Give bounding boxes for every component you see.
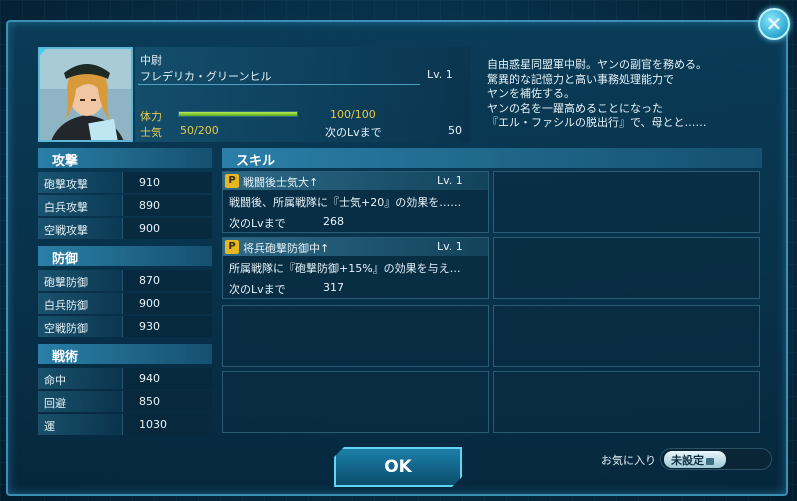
skill-slot-empty [493,171,760,233]
favorite-state: 未設定 [671,454,704,467]
skill-slot-empty [493,305,760,367]
skill-next-label: 次のLvまで [229,283,286,296]
stat-name: 白兵防御 [38,293,122,314]
stat-name: 運 [38,414,122,435]
hp-bar-fill [179,112,297,116]
lock-icon [706,458,714,465]
skill-title-bar: P 将兵砲撃防御中↑ Lv. 1 [223,238,488,256]
character-rank: 中尉 [140,54,162,67]
skill-title-bar: P 戦闘後士気大↑ Lv. 1 [223,172,488,190]
skill-slot-1[interactable]: P 戦闘後士気大↑ Lv. 1 戦闘後、所属戦隊に『士気+20』の効果を…… 次… [222,171,489,233]
stat-row: 砲撃攻撃 910 [38,172,212,193]
stat-value: 1030 [122,414,212,435]
favorite-toggle[interactable]: 未設定 [664,451,726,468]
hp-label: 体力 [140,110,162,123]
stat-value: 850 [122,391,212,412]
skill-level: Lv. 1 [437,240,463,253]
skill-slot-empty [493,237,760,299]
defense-header: 防御 [38,246,212,267]
skill-description: 戦闘後、所属戦隊に『士気+20』の効果を…… [229,196,462,209]
character-portrait [38,47,133,142]
morale-value: 50/200 [180,124,219,137]
close-button[interactable]: ✕ [758,8,790,40]
skill-slot-empty [222,371,489,433]
portrait-corner-accent [40,49,48,57]
close-icon: ✕ [765,12,783,36]
stat-value: 940 [122,368,212,389]
stat-row: 命中 940 [38,368,212,389]
skill-next-label: 次のLvまで [229,217,286,230]
skill-level: Lv. 1 [437,174,463,187]
stat-name: 空戦攻撃 [38,218,122,239]
hp-bar [178,111,298,117]
ok-button[interactable]: OK [334,447,462,487]
passive-badge-icon: P [225,240,239,254]
skill-next-value: 317 [323,281,344,294]
stat-name: 砲撃防御 [38,270,122,291]
stat-value: 870 [122,270,212,291]
attack-header: 攻撃 [38,148,212,169]
next-level-label: 次のLvまで [325,126,382,139]
stat-row: 白兵攻撃 890 [38,195,212,216]
stat-name: 命中 [38,368,122,389]
stat-name: 回避 [38,391,122,412]
next-level-value: 50 [448,124,462,137]
skill-slot-2[interactable]: P 将兵砲撃防御中↑ Lv. 1 所属戦隊に『砲撃防御+15%』の効果を与え… … [222,237,489,299]
skills-header: スキル [222,148,762,169]
character-level: Lv. 1 [427,68,453,81]
stat-value: 910 [122,172,212,193]
skill-slot-empty [222,305,489,367]
skill-next-value: 268 [323,215,344,228]
skill-name: 戦闘後士気大↑ [243,176,319,189]
divider [138,84,420,85]
stat-row: 運 1030 [38,414,212,435]
stat-value: 900 [122,218,212,239]
skill-slot-empty [493,371,760,433]
skill-description: 所属戦隊に『砲撃防御+15%』の効果を与え… [229,262,461,275]
stat-name: 白兵攻撃 [38,195,122,216]
tactics-header: 戦術 [38,344,212,365]
stat-row: 空戦防御 930 [38,316,212,337]
stat-value: 930 [122,316,212,337]
morale-label: 士気 [140,126,162,139]
stat-row: 砲撃防御 870 [38,270,212,291]
stat-value: 890 [122,195,212,216]
character-name: フレデリカ・グリーンヒル [140,70,272,83]
stat-row: 空戦攻撃 900 [38,218,212,239]
portrait-image [40,49,131,140]
character-description: 自由惑星同盟軍中尉。ヤンの副官を務める。 驚異的な記憶力と高い事務処理能力で ヤ… [487,58,707,129]
stat-row: 回避 850 [38,391,212,412]
stat-name: 砲撃攻撃 [38,172,122,193]
stat-name: 空戦防御 [38,316,122,337]
skill-name: 将兵砲撃防御中↑ [243,242,330,255]
hp-value: 100/100 [330,108,376,121]
stat-value: 900 [122,293,212,314]
passive-badge-icon: P [225,174,239,188]
stat-row: 白兵防御 900 [38,293,212,314]
favorite-label: お気に入り [601,454,656,467]
